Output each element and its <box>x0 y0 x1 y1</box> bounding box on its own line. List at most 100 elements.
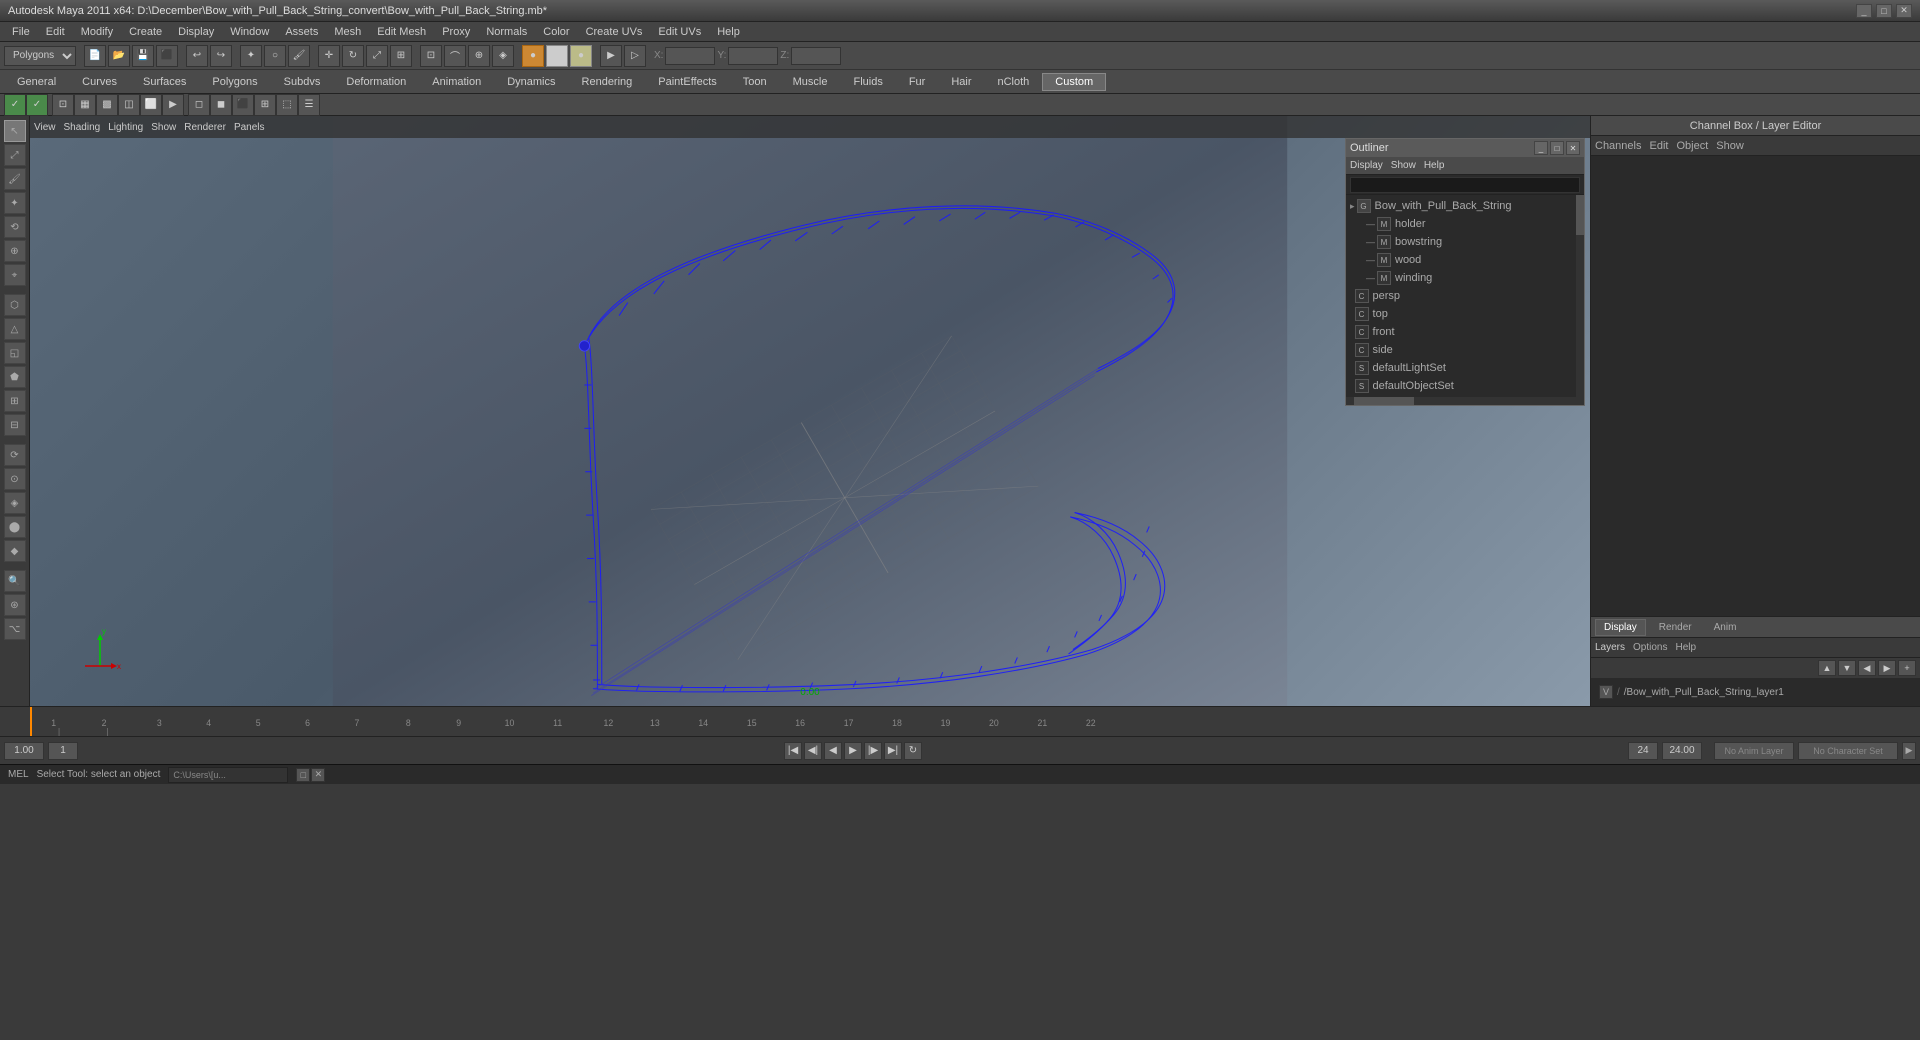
loop-button[interactable]: ↻ <box>904 742 922 760</box>
tab-rendering[interactable]: Rendering <box>569 73 646 91</box>
layer-tab-options[interactable]: Options <box>1633 642 1667 653</box>
save-file-button[interactable]: 💾 <box>132 45 154 67</box>
layer-tab-help[interactable]: Help <box>1675 642 1696 653</box>
menu-help[interactable]: Help <box>709 24 748 40</box>
tab-fur[interactable]: Fur <box>896 73 939 91</box>
script-btn-1[interactable]: □ <box>296 768 310 782</box>
menu-modify[interactable]: Modify <box>73 24 121 40</box>
icon-12[interactable]: ⊞ <box>254 94 276 116</box>
outliner-scrollbar-thumb[interactable] <box>1576 195 1584 235</box>
go-start-button[interactable]: |◀ <box>784 742 802 760</box>
channel-tab-object[interactable]: Object <box>1676 140 1708 152</box>
char-set-dropdown[interactable]: No Character Set <box>1798 742 1898 760</box>
scale-button[interactable]: ⤢ <box>366 45 388 67</box>
mode-selector[interactable]: Polygons <box>4 46 76 66</box>
icon-3[interactable]: ⊡ <box>52 94 74 116</box>
undo-button[interactable]: ↩ <box>186 45 208 67</box>
anim-current-frame[interactable] <box>48 742 78 760</box>
tool-12[interactable]: ⊞ <box>4 390 26 412</box>
outliner-minimize[interactable]: _ <box>1534 141 1548 155</box>
outliner-item-default-object-set[interactable]: S defaultObjectSet <box>1346 377 1584 395</box>
layer-btn-new[interactable]: + <box>1898 660 1916 676</box>
anim-layer-dropdown[interactable]: No Anim Layer <box>1714 742 1794 760</box>
paint-select-tool[interactable]: 🖌 <box>4 168 26 190</box>
outliner-maximize[interactable]: □ <box>1550 141 1564 155</box>
vp-renderer-menu[interactable]: Renderer <box>184 122 226 133</box>
icon-4[interactable]: ▦ <box>74 94 96 116</box>
vp-view-menu[interactable]: View <box>34 122 56 133</box>
z-field[interactable] <box>791 47 841 65</box>
outliner-item-persp[interactable]: C persp <box>1346 287 1584 305</box>
snap-grid-button[interactable]: ⊡ <box>420 45 442 67</box>
tool-7[interactable]: ⌖ <box>4 264 26 286</box>
tool-2[interactable]: ⤢ <box>4 144 26 166</box>
tool-19[interactable]: 🔍 <box>4 570 26 592</box>
tab-subdvs[interactable]: Subdvs <box>271 73 334 91</box>
snap-curve-button[interactable]: ⌒ <box>444 45 466 67</box>
outliner-item-bowstring[interactable]: — M bowstring <box>1346 233 1584 251</box>
rb-tab-display[interactable]: Display <box>1595 619 1646 636</box>
maximize-button[interactable]: □ <box>1876 4 1892 18</box>
icon-8[interactable]: ▶ <box>162 94 184 116</box>
light-1[interactable]: ● <box>522 45 544 67</box>
select-button[interactable]: ✦ <box>240 45 262 67</box>
icon-9[interactable]: ◻ <box>188 94 210 116</box>
icon-5[interactable]: ▩ <box>96 94 118 116</box>
ipr-button[interactable]: ▷ <box>624 45 646 67</box>
tb-btn-4[interactable]: ⬛ <box>156 45 178 67</box>
tool-4[interactable]: ✦ <box>4 192 26 214</box>
outliner-show-menu[interactable]: Show <box>1391 160 1416 171</box>
menu-color[interactable]: Color <box>535 24 577 40</box>
channel-tab-channels[interactable]: Channels <box>1595 140 1641 152</box>
rb-tab-anim[interactable]: Anim <box>1705 619 1746 636</box>
menu-display[interactable]: Display <box>170 24 222 40</box>
tool-18[interactable]: ◆ <box>4 540 26 562</box>
tool-17[interactable]: ⬤ <box>4 516 26 538</box>
tab-general[interactable]: General <box>4 73 69 91</box>
tool-5[interactable]: ⟲ <box>4 216 26 238</box>
tab-surfaces[interactable]: Surfaces <box>130 73 199 91</box>
vp-shading-menu[interactable]: Shading <box>64 122 101 133</box>
layer-btn-1[interactable]: ▲ <box>1818 660 1836 676</box>
icon-1[interactable]: ✓ <box>4 94 26 116</box>
minimize-button[interactable]: _ <box>1856 4 1872 18</box>
play-forward-button[interactable]: ▶ <box>844 742 862 760</box>
paint-button[interactable]: 🖌 <box>288 45 310 67</box>
tab-ncloth[interactable]: nCloth <box>985 73 1043 91</box>
menu-normals[interactable]: Normals <box>478 24 535 40</box>
vp-panels-menu[interactable]: Panels <box>234 122 265 133</box>
menu-proxy[interactable]: Proxy <box>434 24 478 40</box>
window-controls[interactable]: _ □ ✕ <box>1856 4 1912 18</box>
icon-14[interactable]: ☰ <box>298 94 320 116</box>
tab-fluids[interactable]: Fluids <box>840 73 895 91</box>
transform-button[interactable]: ⊞ <box>390 45 412 67</box>
step-forward-button[interactable]: |▶ <box>864 742 882 760</box>
timeline[interactable]: 1 2 3 4 5 6 7 8 9 10 11 12 13 14 15 16 1… <box>0 706 1920 736</box>
tab-polygons[interactable]: Polygons <box>199 73 270 91</box>
script-path[interactable]: C:\Users\[u... <box>168 767 288 783</box>
menu-window[interactable]: Window <box>222 24 277 40</box>
icon-2[interactable]: ✓ <box>26 94 48 116</box>
menu-edit-uvs[interactable]: Edit UVs <box>650 24 709 40</box>
outliner-h-scroll[interactable] <box>1346 397 1584 405</box>
outliner-h-scrollbar-thumb[interactable] <box>1354 397 1414 405</box>
outliner-item-wood[interactable]: — M wood <box>1346 251 1584 269</box>
menu-mesh[interactable]: Mesh <box>326 24 369 40</box>
outliner-scrollbar[interactable] <box>1576 195 1584 397</box>
menu-create[interactable]: Create <box>121 24 170 40</box>
outliner-search-input[interactable] <box>1350 177 1580 193</box>
outliner-item-side[interactable]: C side <box>1346 341 1584 359</box>
outliner-display-menu[interactable]: Display <box>1350 160 1383 171</box>
outliner-item-front[interactable]: C front <box>1346 323 1584 341</box>
tool-14[interactable]: ⟳ <box>4 444 26 466</box>
layer-tab-layers[interactable]: Layers <box>1595 642 1625 653</box>
tab-animation[interactable]: Animation <box>419 73 494 91</box>
layer-btn-2[interactable]: ▼ <box>1838 660 1856 676</box>
tool-15[interactable]: ⊙ <box>4 468 26 490</box>
outliner-help-menu[interactable]: Help <box>1424 160 1445 171</box>
lasso-button[interactable]: ○ <box>264 45 286 67</box>
redo-button[interactable]: ↪ <box>210 45 232 67</box>
y-field[interactable] <box>728 47 778 65</box>
anim-end-frame[interactable] <box>1662 742 1702 760</box>
tool-10[interactable]: ◱ <box>4 342 26 364</box>
